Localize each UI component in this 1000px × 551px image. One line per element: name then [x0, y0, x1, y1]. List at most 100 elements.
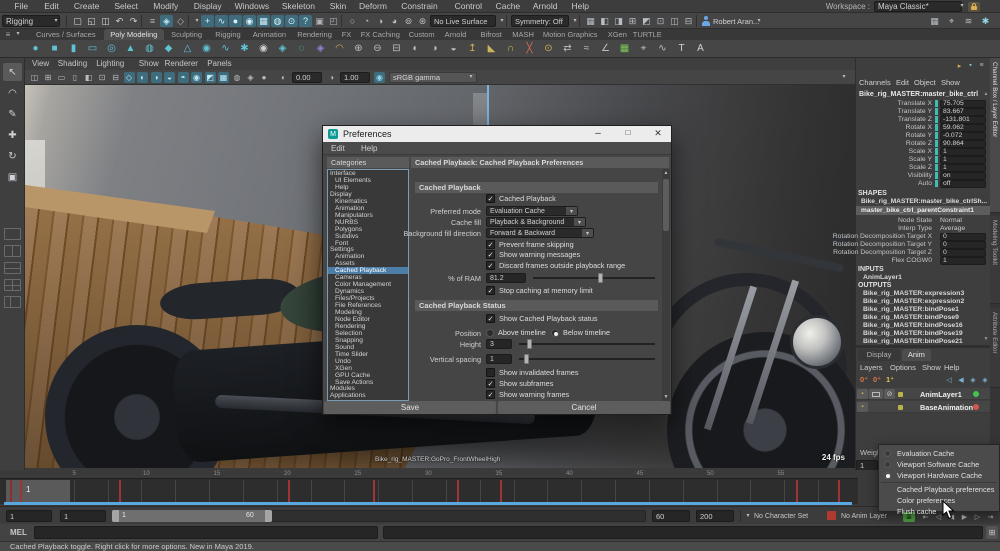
boolean-intersect-icon[interactable]: ◒	[446, 41, 461, 56]
context-menu-item-flush-cache[interactable]: Flush cache	[879, 506, 999, 517]
menu-modify[interactable]: Modify	[146, 0, 186, 13]
category-item-snapping[interactable]: Snapping	[328, 337, 408, 344]
prefs-title-bar[interactable]: MPreferences–□✕	[323, 126, 671, 142]
channel-value-field[interactable]: 0	[940, 241, 986, 249]
extract-icon[interactable]: ⊟	[389, 41, 404, 56]
category-item-time-slider[interactable]: Time Slider	[328, 351, 408, 358]
live-surface-field[interactable]: No Live Surface	[430, 15, 496, 27]
category-item-animation[interactable]: Animation	[328, 205, 408, 212]
shelf-tab-animation[interactable]: Animation	[247, 29, 292, 40]
loop-icon[interactable]: ⊚	[402, 15, 415, 27]
default-material-icon[interactable]: ●	[259, 72, 270, 83]
symmetry-field[interactable]: Symmetry: Off	[511, 15, 569, 27]
select-tool-icon[interactable]: ↖	[3, 63, 22, 81]
snap-center-icon[interactable]: ⊙	[285, 15, 298, 27]
category-item-selection[interactable]: Selection	[328, 330, 408, 337]
menu-display[interactable]: Display	[186, 0, 230, 13]
layer-lock-icon[interactable]: ▪	[857, 389, 868, 399]
slider-track[interactable]	[533, 277, 655, 279]
output-node-0[interactable]: Bike_rig_MASTER:expression3	[863, 290, 987, 298]
layer-zero-key-icon[interactable]: ⊘	[884, 389, 895, 399]
shelf-tab-turtle[interactable]: TURTLE	[630, 29, 664, 40]
channel-value-field[interactable]: 1	[940, 164, 986, 172]
mel-label[interactable]: MEL	[10, 528, 27, 537]
side-tab-modeling-toolkit[interactable]: Modeling Toolkit	[990, 216, 1000, 304]
category-item-node-editor[interactable]: Node Editor	[328, 316, 408, 323]
resolution-gate-icon[interactable]: ▯	[70, 72, 81, 83]
layer-order-icon-0[interactable]: ◁	[944, 375, 954, 385]
category-item-manipulators[interactable]: Manipulators	[328, 212, 408, 219]
exposure-icon[interactable]: ◐	[278, 72, 289, 83]
constraint-node-row[interactable]: master_bike_ctrl_parentConstraint1	[856, 206, 990, 215]
target-weld-icon[interactable]: ⊙	[541, 41, 556, 56]
poly-cylinder-icon[interactable]: ▮	[66, 41, 81, 56]
menu-windows[interactable]: Windows	[230, 0, 274, 13]
menu-arnold[interactable]: Arnold	[525, 0, 565, 13]
highlight-selection-icon[interactable]: ◰	[327, 15, 340, 27]
move-tool-icon[interactable]: ✚	[3, 126, 22, 144]
viewport-menu-show[interactable]: Show	[139, 58, 165, 70]
context-menu-item-cached-playback-preferences[interactable]: Cached Playback preferences	[879, 484, 999, 495]
create-layer-button-2[interactable]: 1⁺	[886, 374, 898, 385]
colorspace-selector[interactable]: sRGB gamma	[389, 72, 477, 83]
slider-track[interactable]	[519, 358, 655, 360]
ring-icon[interactable]: ⊛	[416, 15, 429, 27]
menu-help[interactable]: Help	[565, 0, 595, 13]
texture-view-icon[interactable]: ◩	[640, 15, 653, 27]
range-handle-left[interactable]	[112, 510, 119, 522]
slider-handle[interactable]	[524, 354, 529, 364]
center-pivot-icon[interactable]: ⌖	[636, 41, 651, 56]
construction-history-icon[interactable]: ○	[346, 15, 359, 27]
channelbox-scroll-down-icon[interactable]: ▼	[982, 336, 990, 344]
menu-file[interactable]: File	[6, 0, 36, 13]
layer-color-swatch[interactable]	[898, 392, 903, 397]
category-item-cameras[interactable]: Cameras	[328, 274, 408, 281]
channelbox-menu-object[interactable]: Object	[914, 77, 943, 88]
character-set-selector[interactable]: No Character Set	[754, 511, 824, 522]
output-node-3[interactable]: Bike_rig_MASTER:bindPose9	[863, 314, 987, 322]
script-editor-icon[interactable]: ⊞	[986, 526, 998, 539]
gate-mask-icon[interactable]: ◧	[83, 72, 94, 83]
section-header-1[interactable]: Cached Playback Status	[415, 300, 658, 311]
render-settings-icon[interactable]: ⊞	[626, 15, 639, 27]
poly-sphere-icon[interactable]: ●	[28, 41, 43, 56]
shelf-tab-xgen[interactable]: XGen	[604, 29, 630, 40]
category-item-polygons[interactable]: Polygons	[328, 226, 408, 233]
category-item-animation[interactable]: Animation	[328, 253, 408, 260]
auto-key-icon[interactable]	[827, 511, 836, 520]
shelf-tab-mash[interactable]: MASH	[510, 29, 536, 40]
scale-tool-icon[interactable]: ▣	[3, 168, 22, 186]
layer-menu-help[interactable]: Help	[944, 362, 965, 373]
poly-torus-icon[interactable]: ◎	[104, 41, 119, 56]
channelbox-menu-show[interactable]: Show	[941, 77, 962, 88]
textured-icon[interactable]: ◑	[151, 72, 162, 83]
context-menu-item-viewport-software-cache[interactable]: Viewport Software Cache	[879, 459, 999, 470]
crease-icon[interactable]: ∠	[598, 41, 613, 56]
checkbox-show-warning-frames[interactable]: ✓	[486, 390, 495, 399]
quad-draw-icon[interactable]: ▦	[617, 41, 632, 56]
gamma-icon[interactable]: ◑	[326, 72, 337, 83]
menu-constrain[interactable]: Constrain	[393, 0, 446, 13]
channel-value-field[interactable]: 1	[940, 148, 986, 156]
checkbox-show-invalidated-frames[interactable]	[486, 368, 495, 377]
shelf-tab-curves-surfaces[interactable]: Curves / Surfaces	[28, 29, 104, 40]
smooth-icon[interactable]: ≈	[579, 41, 594, 56]
section-header-0[interactable]: Cached Playback	[415, 182, 658, 193]
cancel-button[interactable]: Cancel	[498, 401, 670, 414]
category-item-modules[interactable]: Modules	[328, 385, 408, 392]
field-chart-icon[interactable]: ⊡	[97, 72, 108, 83]
category-item-gpu-cache[interactable]: GPU Cache	[328, 372, 408, 379]
film-gate-icon[interactable]: ▭	[56, 72, 67, 83]
select-hierarchy-icon[interactable]: ≡	[146, 15, 159, 27]
rotate-tool-icon[interactable]: ↻	[3, 147, 22, 165]
slider-handle[interactable]	[527, 339, 532, 349]
exposure-field[interactable]: 0.00	[292, 72, 322, 83]
lock-selection-icon[interactable]: ▣	[313, 15, 326, 27]
category-item-undo[interactable]: Undo	[328, 358, 408, 365]
snap-grid-icon[interactable]: +	[201, 15, 214, 27]
menu-cache[interactable]: Cache	[490, 0, 525, 13]
shelf-tab-fx[interactable]: FX	[337, 29, 356, 40]
xray-joints-icon[interactable]: ◈	[245, 72, 256, 83]
poly-platonic-icon[interactable]: ◆	[161, 41, 176, 56]
playback-start-field[interactable]: 1	[60, 510, 106, 522]
